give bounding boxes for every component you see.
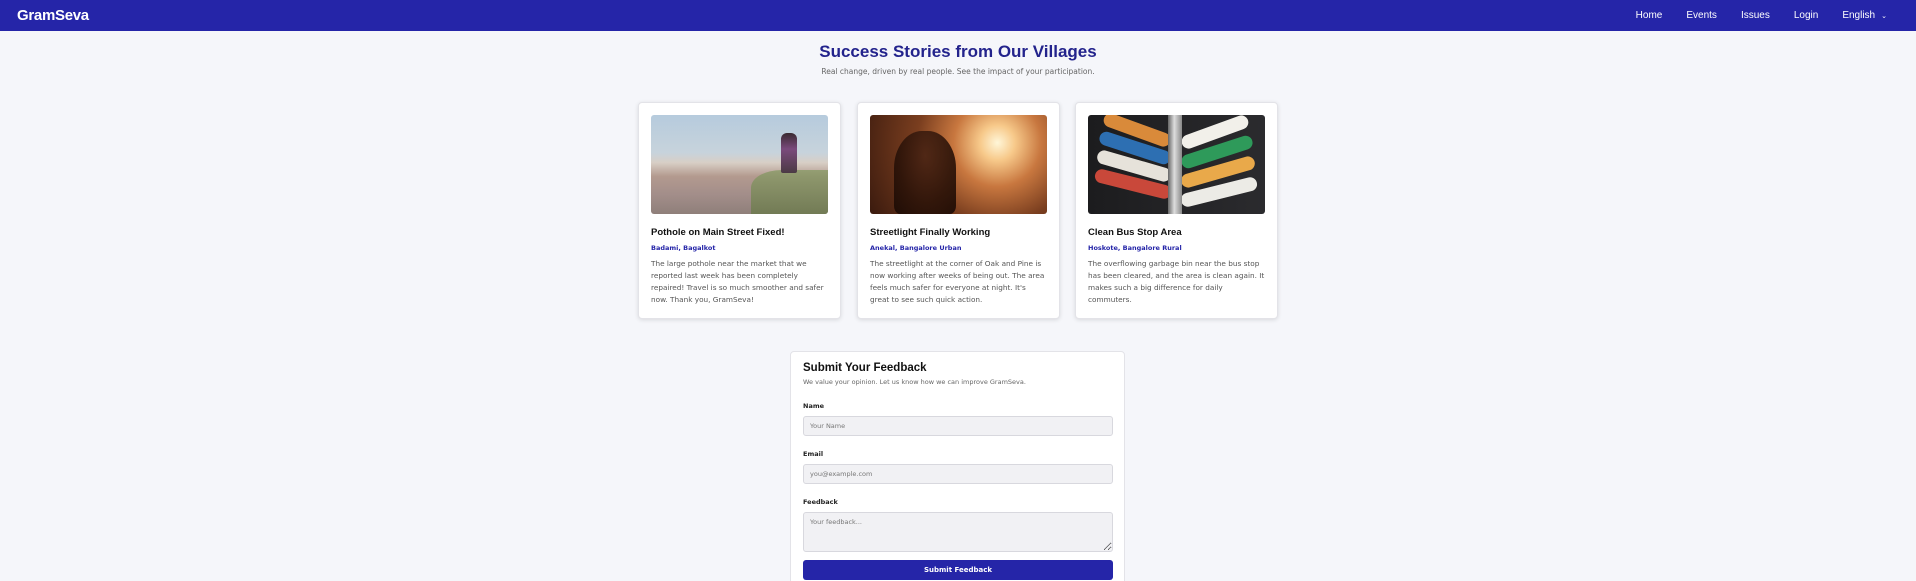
woman-silhouette-shape xyxy=(894,131,956,214)
name-label: Name xyxy=(803,402,825,410)
page-title: Success Stories from Our Villages xyxy=(819,42,1097,61)
navbar: GramSeva Home Events Issues Login Englis… xyxy=(0,0,1916,31)
submit-feedback-button[interactable]: Submit Feedback xyxy=(803,560,1113,580)
story-image-sunset xyxy=(870,115,1047,214)
story-text: The overflowing garbage bin near the bus… xyxy=(1088,259,1265,304)
story-text: The large pothole near the market that w… xyxy=(651,259,824,304)
story-location: Hoskote, Bangalore Rural xyxy=(1088,244,1182,252)
feedback-label: Feedback xyxy=(803,498,838,506)
nav-link-issues[interactable]: Issues xyxy=(1741,10,1770,21)
nav-link-events[interactable]: Events xyxy=(1686,10,1717,21)
story-title: Clean Bus Stop Area xyxy=(1088,227,1182,238)
nav-link-home[interactable]: Home xyxy=(1636,10,1663,21)
story-title: Pothole on Main Street Fixed! xyxy=(651,227,785,238)
person-shape xyxy=(781,133,797,173)
story-card: Clean Bus Stop Area Hoskote, Bangalore R… xyxy=(1075,102,1278,319)
nav-link-login[interactable]: Login xyxy=(1794,10,1818,21)
story-image-beach xyxy=(651,115,828,214)
feedback-form: Submit Your Feedback We value your opini… xyxy=(790,351,1125,581)
chevron-down-icon: ⌄ xyxy=(1881,12,1887,20)
story-text: The streetlight at the corner of Oak and… xyxy=(870,259,1045,304)
nav-links: Home Events Issues Login English ⌄ xyxy=(1612,10,1899,21)
story-card: Streetlight Finally Working Anekal, Bang… xyxy=(857,102,1060,319)
story-card: Pothole on Main Street Fixed! Badami, Ba… xyxy=(638,102,841,319)
feedback-textarea[interactable] xyxy=(803,512,1113,552)
feedback-description: We value your opinion. Let us know how w… xyxy=(803,378,1026,386)
grass-shape xyxy=(751,170,828,214)
feedback-title: Submit Your Feedback xyxy=(803,362,927,374)
page-subtitle: Real change, driven by real people. See … xyxy=(821,67,1095,76)
language-label: English xyxy=(1842,10,1876,21)
story-title: Streetlight Finally Working xyxy=(870,227,991,238)
language-dropdown[interactable]: English ⌄ xyxy=(1842,10,1887,21)
story-location: Badami, Bagalkot xyxy=(651,244,716,252)
email-input[interactable] xyxy=(803,464,1113,484)
name-input[interactable] xyxy=(803,416,1113,436)
story-image-hangers xyxy=(1088,115,1265,214)
email-label: Email xyxy=(803,450,824,458)
story-location: Anekal, Bangalore Urban xyxy=(870,244,962,252)
brand-logo[interactable]: GramSeva xyxy=(17,7,89,24)
rack-bar-shape xyxy=(1168,115,1182,214)
